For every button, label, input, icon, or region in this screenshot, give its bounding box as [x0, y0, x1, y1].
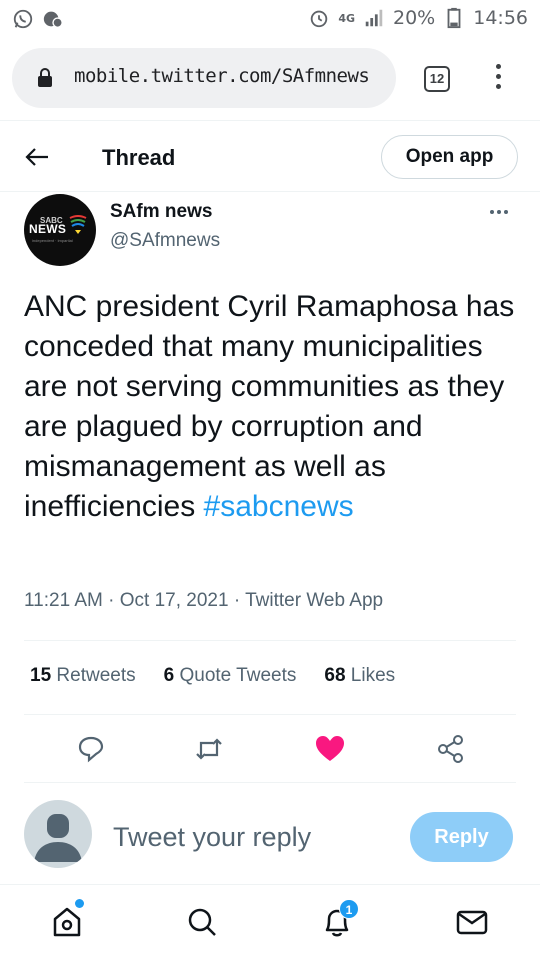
- avatar-logo-main: NEWS: [29, 222, 67, 236]
- home-badge: [75, 899, 84, 908]
- reply-icon[interactable]: [76, 734, 106, 764]
- notification-icon: [43, 11, 63, 28]
- likes-stat[interactable]: 68 Likes: [324, 665, 395, 687]
- tweet-actions: [0, 728, 540, 768]
- signal-icon: [365, 9, 383, 27]
- battery-percent: 20%: [393, 7, 436, 29]
- url-text[interactable]: mobile.twitter.com/SAfmnews: [74, 65, 370, 87]
- reply-input[interactable]: Tweet your reply: [113, 822, 311, 853]
- user-avatar: [24, 800, 92, 868]
- messages-icon[interactable]: [455, 905, 489, 939]
- like-icon[interactable]: [315, 734, 345, 764]
- browser-toolbar: mobile.twitter.com/SAfmnews 12: [0, 38, 540, 120]
- avatar-logo-sub: independent · impartial: [32, 238, 73, 243]
- retweet-icon[interactable]: [194, 734, 224, 764]
- home-icon[interactable]: [50, 905, 84, 939]
- status-bar: 4G 20% 14:56: [0, 0, 540, 38]
- network-type: 4G: [338, 11, 355, 25]
- status-left-icons: [12, 8, 64, 30]
- tweet-meta[interactable]: 11:21 AM · Oct 17, 2021 · Twitter Web Ap…: [24, 590, 383, 612]
- divider: [24, 714, 516, 715]
- tweet-body: ANC president Cyril Ramaphosa has conced…: [24, 290, 515, 523]
- lock-icon: [38, 68, 52, 87]
- reply-button[interactable]: Reply: [410, 812, 513, 862]
- page-title: Thread: [102, 145, 176, 170]
- author-handle[interactable]: @SAfmnews: [110, 230, 220, 252]
- back-arrow-icon[interactable]: [24, 145, 50, 169]
- likes-count: 68: [324, 665, 346, 686]
- address-bar[interactable]: mobile.twitter.com/SAfmnews: [12, 48, 396, 108]
- tweet-text: ANC president Cyril Ramaphosa has conced…: [24, 287, 520, 527]
- quotes-count: 6: [163, 665, 175, 686]
- more-options-icon[interactable]: [490, 210, 508, 214]
- bottom-nav: 1: [0, 884, 540, 960]
- quote-tweets-stat[interactable]: 6 Quote Tweets: [164, 665, 297, 687]
- search-icon[interactable]: [185, 905, 219, 939]
- alarm-icon: [311, 10, 328, 28]
- quotes-label: Quote Tweets: [179, 665, 297, 686]
- thread-header: Thread Open app: [0, 120, 540, 192]
- likes-label: Likes: [350, 665, 396, 686]
- tweet-stats: 15 Retweets 6 Quote Tweets 68 Likes: [30, 665, 395, 687]
- divider: [24, 782, 516, 783]
- tab-switcher-button[interactable]: 12: [424, 66, 450, 92]
- author-avatar[interactable]: SABC NEWS independent · impartial: [24, 194, 96, 266]
- open-app-button[interactable]: Open app: [381, 135, 518, 179]
- divider: [24, 640, 516, 641]
- hashtag-link[interactable]: #sabcnews: [204, 490, 354, 523]
- retweets-count: 15: [30, 665, 52, 686]
- clock: 14:56: [473, 7, 528, 29]
- whatsapp-icon: [13, 9, 33, 29]
- retweets-label: Retweets: [56, 665, 136, 686]
- retweets-stat[interactable]: 15 Retweets: [30, 665, 136, 687]
- menu-dots-icon[interactable]: [490, 64, 506, 96]
- battery-icon: [447, 7, 461, 29]
- share-icon[interactable]: [436, 734, 466, 764]
- status-right: 4G 20% 14:56: [308, 7, 528, 29]
- default-avatar-icon: [34, 814, 82, 862]
- notifications-badge: 1: [339, 899, 359, 919]
- author-name[interactable]: SAfm news: [110, 201, 212, 223]
- sabc-logo-icon: [69, 215, 87, 234]
